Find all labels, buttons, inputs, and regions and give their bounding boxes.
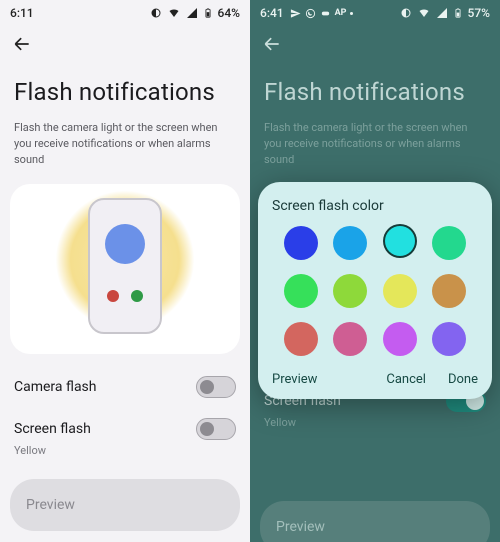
color-option[interactable] <box>432 226 466 260</box>
color-option[interactable] <box>333 226 367 260</box>
status-bar: 6:41 AP 57% <box>250 0 500 26</box>
battery-percent: 57% <box>468 6 490 20</box>
color-option[interactable] <box>333 274 367 308</box>
wifi-icon <box>167 7 181 19</box>
settings-screen-light: 6:11 64% Flash notif <box>0 0 250 542</box>
camera-flash-label: Camera flash <box>14 379 97 395</box>
dialog-preview-button[interactable]: Preview <box>272 372 317 387</box>
preview-button[interactable]: Preview <box>260 501 490 542</box>
back-button[interactable] <box>260 32 284 56</box>
ap-icon: AP <box>335 8 347 18</box>
battery-percent: 64% <box>218 6 240 20</box>
screen-flash-row[interactable]: Screen flash <box>0 402 250 444</box>
page-subtitle: Flash the camera light or the screen whe… <box>0 112 250 180</box>
pill-icon <box>320 8 331 19</box>
screen-flash-toggle[interactable] <box>196 418 236 440</box>
color-grid <box>272 226 478 362</box>
back-button[interactable] <box>10 32 34 56</box>
status-bar: 6:11 64% <box>0 0 250 26</box>
signal-icon <box>186 7 198 19</box>
theme-icon <box>150 7 162 19</box>
color-option[interactable] <box>284 226 318 260</box>
color-option[interactable] <box>383 322 417 356</box>
screen-flash-value: Yellow <box>250 416 500 437</box>
send-icon <box>290 8 301 19</box>
status-time: 6:11 <box>10 6 34 20</box>
page-title: Flash notifications <box>250 56 500 112</box>
color-option[interactable] <box>432 274 466 308</box>
screen-flash-value: Yellow <box>0 444 250 465</box>
signal-icon <box>436 7 448 19</box>
page-subtitle: Flash the camera light or the screen whe… <box>250 112 500 180</box>
battery-icon <box>203 6 213 20</box>
color-picker-dialog: Screen flash color Preview Cancel Done <box>258 182 492 399</box>
arrow-left-icon <box>262 34 282 54</box>
settings-screen-dialog: 6:41 AP 57% Flash not <box>250 0 500 542</box>
battery-icon <box>453 6 463 20</box>
preview-button[interactable]: Preview <box>10 479 240 531</box>
whatsapp-icon <box>305 8 316 19</box>
wifi-icon <box>417 7 431 19</box>
color-option[interactable] <box>385 226 415 256</box>
camera-flash-toggle[interactable] <box>196 376 236 398</box>
dot-icon <box>350 12 353 15</box>
camera-flash-row[interactable]: Camera flash <box>0 364 250 402</box>
theme-icon <box>400 7 412 19</box>
color-option[interactable] <box>284 322 318 356</box>
color-option[interactable] <box>383 274 417 308</box>
color-option[interactable] <box>432 322 466 356</box>
illustration-card <box>10 184 240 354</box>
dialog-title: Screen flash color <box>272 198 478 214</box>
arrow-left-icon <box>12 34 32 54</box>
color-option[interactable] <box>284 274 318 308</box>
color-option[interactable] <box>333 322 367 356</box>
page-title: Flash notifications <box>0 56 250 112</box>
dialog-cancel-button[interactable]: Cancel <box>386 372 426 387</box>
status-time: 6:41 <box>260 6 284 20</box>
dialog-done-button[interactable]: Done <box>448 372 478 387</box>
screen-flash-label: Screen flash <box>14 421 91 437</box>
